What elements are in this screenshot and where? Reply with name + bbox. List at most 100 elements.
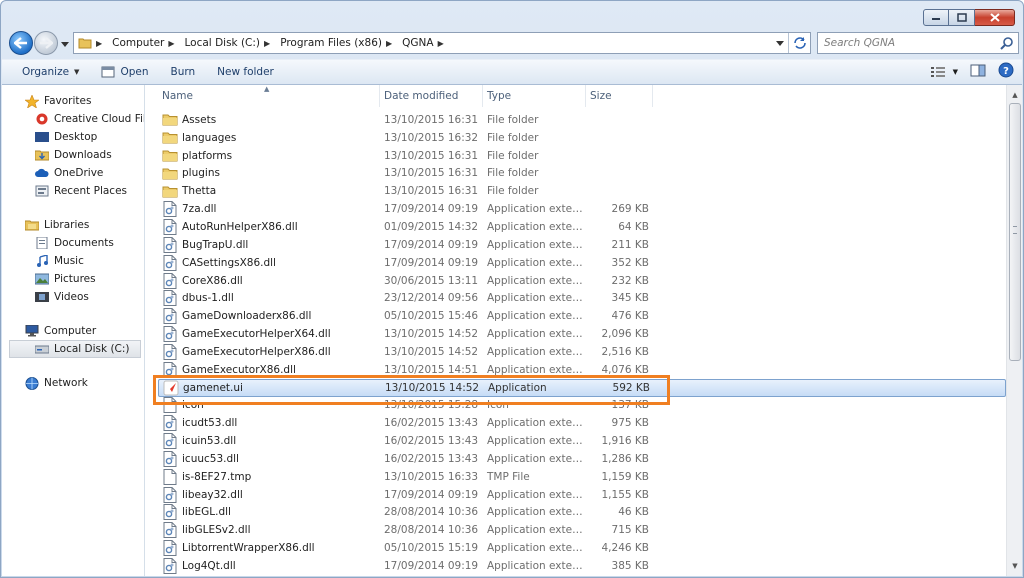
file-name: GameExecutorHelperX64.dll bbox=[182, 328, 331, 341]
search-icon[interactable] bbox=[1000, 36, 1014, 53]
nav-onedrive[interactable]: OneDrive bbox=[2, 164, 144, 182]
nav-pictures[interactable]: Pictures bbox=[2, 270, 144, 288]
file-row[interactable]: BugTrapU.dll 17/09/2014 09:19 Application … bbox=[158, 236, 1006, 254]
file-row[interactable]: languages 13/10/2015 16:32 File folder bbox=[158, 129, 1006, 147]
refresh-icon bbox=[793, 37, 806, 49]
file-row[interactable]: Log4Qt.dll 17/09/2014 09:19 Application ex… bbox=[158, 557, 1006, 575]
file-size: 64 KB bbox=[618, 220, 649, 233]
file-row[interactable]: icudt53.dll 16/02/2015 13:43 Application e… bbox=[158, 414, 1006, 432]
column-headers: Name ▲ Date modified Type Size bbox=[158, 85, 1006, 107]
file-size: 345 KB bbox=[611, 292, 649, 305]
file-row[interactable]: GameDownloaderx86.dll 05/10/2015 15:46 App… bbox=[158, 307, 1006, 325]
file-date: 05/10/2015 15:46 bbox=[384, 310, 479, 323]
file-row[interactable]: GameExecutorX86.dll 13/10/2015 14:51 Appli… bbox=[158, 361, 1006, 379]
close-button[interactable] bbox=[975, 9, 1015, 26]
file-row[interactable]: LibtorrentWrapperX86.dll 05/10/2015 15:19… bbox=[158, 539, 1006, 557]
file-date: 13/10/2015 16:31 bbox=[384, 113, 479, 126]
file-row[interactable]: libGLESv2.dll 28/08/2014 10:36 Application… bbox=[158, 521, 1006, 539]
file-row[interactable]: GameExecutorHelperX64.dll 13/10/2015 14:5… bbox=[158, 325, 1006, 343]
file-row[interactable]: 7za.dll 17/09/2014 09:19 Application exten… bbox=[158, 200, 1006, 218]
file-row[interactable]: plugins 13/10/2015 16:31 File folder bbox=[158, 165, 1006, 183]
file-name-cell: LibtorrentWrapperX86.dll bbox=[158, 540, 380, 557]
folder-icon bbox=[78, 38, 92, 49]
file-row[interactable]: platforms 13/10/2015 16:31 File folder bbox=[158, 147, 1006, 165]
minimize-button[interactable] bbox=[923, 9, 949, 26]
nav-network[interactable]: Network bbox=[2, 374, 144, 392]
file-type: Application extens... bbox=[487, 363, 586, 376]
scroll-up-button[interactable]: ▲ bbox=[1008, 87, 1022, 103]
column-date-modified[interactable]: Date modified bbox=[380, 85, 483, 107]
column-name[interactable]: Name ▲ bbox=[158, 85, 380, 107]
search-placeholder: Search QGNA bbox=[824, 37, 896, 49]
open-button[interactable]: Open bbox=[90, 61, 159, 83]
file-row[interactable]: AutoRunHelperX86.dll 01/09/2015 14:32 Appl… bbox=[158, 218, 1006, 236]
nav-creative-cloud-files[interactable]: Creative Cloud Files bbox=[2, 110, 144, 128]
column-type[interactable]: Type bbox=[483, 85, 586, 107]
address-bar[interactable]: ▶ Computer ▶ Local Disk (C:) ▶ Program Fil… bbox=[73, 32, 811, 54]
address-row: ▶ Computer ▶ Local Disk (C:) ▶ Program Fil… bbox=[7, 30, 1019, 56]
nav-recent-places[interactable]: Recent Places bbox=[2, 182, 144, 200]
file-row[interactable]: icuin53.dll 16/02/2015 13:43 Application e… bbox=[158, 432, 1006, 450]
back-button[interactable] bbox=[9, 31, 33, 55]
change-view-button[interactable]: ▼ bbox=[930, 66, 958, 77]
arrow-left-icon bbox=[14, 37, 27, 49]
file-row[interactable]: dbus-1.dll 23/12/2014 09:56 Application ex… bbox=[158, 289, 1006, 307]
file-size: 1,286 KB bbox=[601, 452, 650, 465]
file-row[interactable]: icon 13/10/2015 15:28 Icon 137 KB bbox=[158, 397, 1006, 415]
file-name-cell: icuin53.dll bbox=[158, 433, 380, 450]
file-type: Application extens... bbox=[487, 452, 586, 465]
file-row[interactable]: CASettingsX86.dll 17/09/2014 09:19 Applica… bbox=[158, 254, 1006, 272]
scroll-down-button[interactable]: ▼ bbox=[1008, 558, 1022, 574]
address-dropdown[interactable] bbox=[772, 33, 788, 53]
file-name: plugins bbox=[182, 167, 220, 180]
nav-computer[interactable]: Computer bbox=[2, 322, 144, 340]
organize-button[interactable]: Organize ▼ bbox=[2, 61, 90, 83]
open-icon bbox=[101, 66, 115, 78]
downloads-folder-icon bbox=[34, 148, 50, 162]
scroll-thumb[interactable] bbox=[1009, 103, 1021, 361]
file-row[interactable]: CoreX86.dll 30/06/2015 13:11 Application e… bbox=[158, 272, 1006, 290]
file-size: 4,246 KB bbox=[601, 542, 650, 555]
breadcrumb-computer[interactable]: Computer ▶ bbox=[112, 37, 180, 49]
preview-pane-button[interactable] bbox=[970, 64, 986, 80]
nav-desktop[interactable]: Desktop bbox=[2, 128, 144, 146]
file-list-pane: Name ▲ Date modified Type Size Assets 13/1… bbox=[145, 85, 1022, 576]
file-row[interactable]: icuuc53.dll 16/02/2015 13:43 Application e… bbox=[158, 450, 1006, 468]
file-name: icudt53.dll bbox=[182, 417, 238, 430]
nav-favorites[interactable]: Favorites bbox=[2, 92, 144, 110]
vertical-scrollbar[interactable]: ▲ ▼ bbox=[1006, 85, 1022, 576]
file-date: 01/09/2015 14:32 bbox=[384, 220, 479, 233]
forward-button[interactable] bbox=[34, 31, 58, 55]
help-button[interactable]: ? bbox=[998, 62, 1014, 81]
file-row[interactable]: Assets 13/10/2015 16:31 File folder bbox=[158, 111, 1006, 129]
column-size[interactable]: Size bbox=[586, 85, 653, 107]
file-row[interactable]: is-8EF27.tmp 13/10/2015 16:33 TMP File 1,15… bbox=[158, 468, 1006, 486]
breadcrumb-qgna[interactable]: QGNA ▶ bbox=[402, 37, 450, 49]
nav-videos[interactable]: Videos bbox=[2, 288, 144, 306]
nav-libraries[interactable]: Libraries bbox=[2, 216, 144, 234]
file-row[interactable]: GameExecutorHelperX86.dll 13/10/2015 14:5… bbox=[158, 343, 1006, 361]
breadcrumb-folder-icon: ▶ bbox=[78, 37, 108, 49]
nav-downloads[interactable]: Downloads bbox=[2, 146, 144, 164]
file-row[interactable]: libEGL.dll 28/08/2014 10:36 Application ex… bbox=[158, 504, 1006, 522]
nav-documents[interactable]: Documents bbox=[2, 234, 144, 252]
nav-music[interactable]: Music bbox=[2, 252, 144, 270]
search-input[interactable]: Search QGNA bbox=[817, 32, 1019, 54]
svg-text:?: ? bbox=[1003, 66, 1009, 77]
file-row[interactable]: gamenet.ui 13/10/2015 14:52 Application 592… bbox=[158, 378, 1006, 397]
file-row[interactable]: Thetta 13/10/2015 16:31 File folder bbox=[158, 182, 1006, 200]
breadcrumb-program-files[interactable]: Program Files (x86) ▶ bbox=[280, 37, 398, 49]
refresh-button[interactable] bbox=[788, 33, 810, 53]
recent-pages-dropdown[interactable] bbox=[61, 38, 69, 50]
new-folder-button[interactable]: New folder bbox=[206, 61, 285, 83]
nav-local-disk[interactable]: Local Disk (C:) bbox=[9, 340, 141, 358]
file-size: 1,155 KB bbox=[601, 488, 650, 501]
burn-button[interactable]: Burn bbox=[159, 61, 206, 83]
maximize-button[interactable] bbox=[949, 9, 975, 26]
file-date: 16/02/2015 13:43 bbox=[384, 452, 479, 465]
file-size: 137 KB bbox=[611, 399, 649, 412]
file-size: 592 KB bbox=[612, 381, 650, 394]
file-row[interactable]: libeay32.dll 17/09/2014 09:19 Application … bbox=[158, 486, 1006, 504]
breadcrumb-local-disk[interactable]: Local Disk (C:) ▶ bbox=[185, 37, 277, 49]
cloud-icon bbox=[34, 166, 50, 180]
